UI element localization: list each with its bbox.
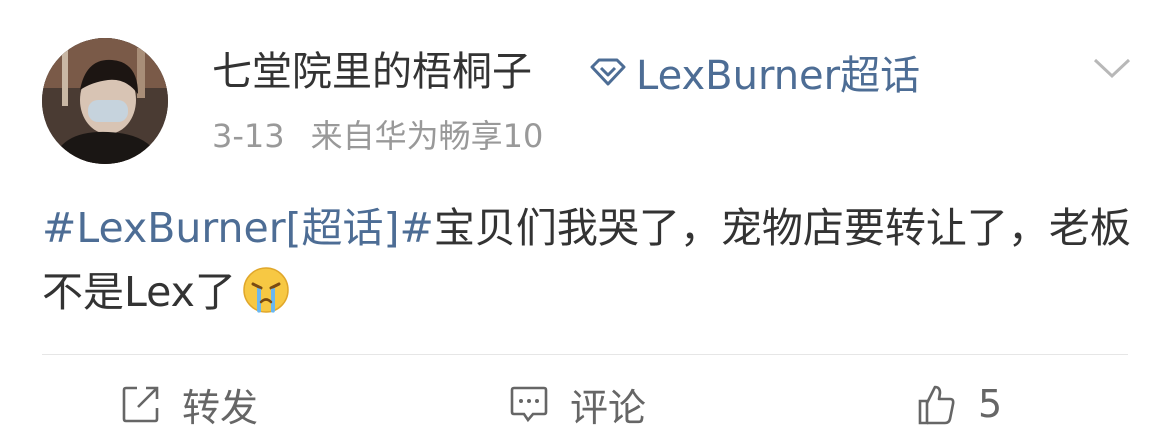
repost-label: 转发 — [182, 385, 259, 430]
author-name[interactable]: 七堂院里的梧桐子 — [212, 46, 532, 98]
post-meta: 3-13 来自华为畅享10 — [212, 116, 543, 156]
post-date: 3-13 — [212, 117, 285, 155]
like-button[interactable]: 5 — [916, 378, 1002, 430]
avatar[interactable] — [42, 38, 168, 164]
post-content: #LexBurner[超话]#宝贝们我哭了，宠物店要转让了，老板不是Lex了 — [42, 196, 1132, 324]
thumbs-up-icon — [918, 385, 955, 425]
chevron-down-icon[interactable] — [1092, 56, 1132, 80]
divider — [42, 354, 1128, 355]
like-count: 5 — [978, 382, 1003, 426]
comment-label: 评论 — [570, 385, 647, 430]
repost-icon — [122, 386, 159, 423]
repost-button[interactable]: 转发 — [120, 378, 258, 430]
super-topic-label: LexBurner超话 — [636, 53, 921, 99]
comment-button[interactable]: 评论 — [508, 378, 646, 430]
super-topic-link[interactable]: LexBurner超话 — [588, 46, 921, 99]
topic-tag[interactable]: #LexBurner[超话]# — [42, 204, 434, 252]
post-source: 来自华为畅享10 — [310, 117, 544, 155]
avatar-image — [42, 38, 168, 164]
diamond-icon — [590, 58, 626, 86]
crying-face-icon — [243, 267, 289, 313]
comment-icon — [510, 386, 548, 423]
